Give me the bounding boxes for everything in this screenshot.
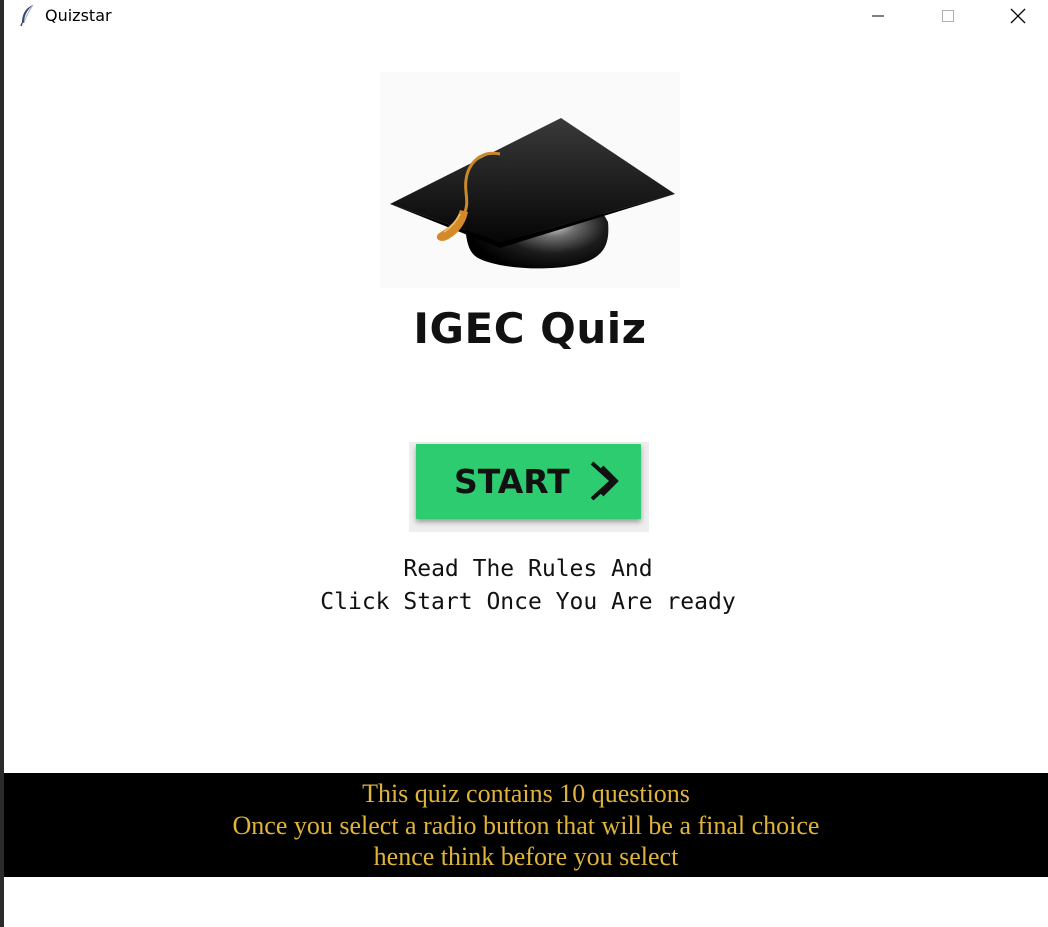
rules-line: This quiz contains 10 questions bbox=[362, 779, 690, 808]
app-window: Quizstar IGEC Quiz START Read The Rules … bbox=[4, 0, 1048, 927]
instructions-line: Read The Rules And bbox=[403, 556, 653, 582]
double-chevron-right-icon bbox=[586, 457, 626, 509]
close-button[interactable] bbox=[995, 0, 1041, 31]
minimize-button[interactable] bbox=[855, 0, 901, 31]
close-icon bbox=[1010, 8, 1026, 23]
quiz-logo bbox=[380, 72, 680, 288]
rules-bar: This quiz contains 10 questions Once you… bbox=[4, 773, 1048, 877]
window-title: Quizstar bbox=[45, 6, 112, 25]
quiz-title: IGEC Quiz bbox=[413, 304, 647, 353]
feather-icon bbox=[18, 4, 36, 27]
start-button-label: START bbox=[454, 462, 570, 501]
title-bar: Quizstar bbox=[4, 0, 1048, 31]
maximize-button[interactable] bbox=[925, 0, 971, 31]
maximize-icon bbox=[942, 9, 954, 22]
rules-line: Once you select a radio button that will… bbox=[232, 810, 820, 840]
rules-line: hence think before you select bbox=[373, 842, 679, 871]
instructions-text: Read The Rules And Click Start Once You … bbox=[204, 553, 852, 619]
instructions-line: Click Start Once You Are ready bbox=[320, 589, 736, 615]
minimize-icon bbox=[872, 15, 884, 16]
start-button[interactable]: START bbox=[416, 444, 641, 519]
graduation-cap-icon bbox=[390, 118, 675, 269]
